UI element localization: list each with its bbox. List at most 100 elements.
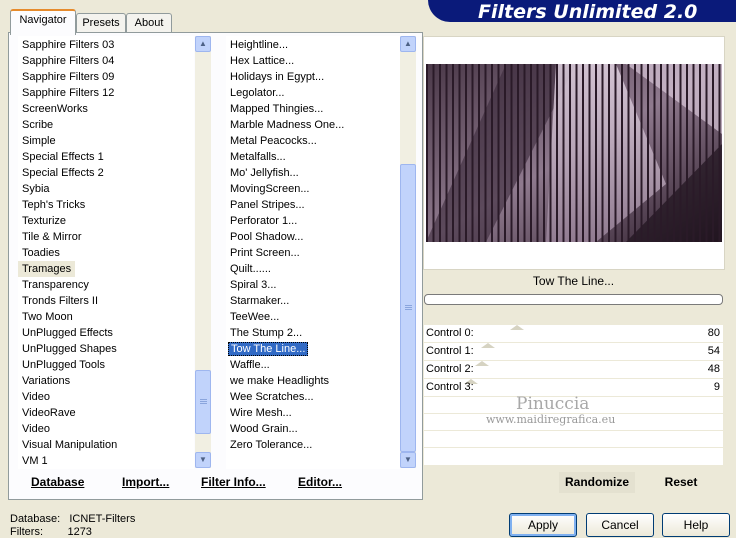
- list-item[interactable]: Marble Madness One...: [226, 117, 400, 133]
- category-scrollbar[interactable]: ▲ ▼: [195, 36, 211, 468]
- preview-stripe: [634, 64, 636, 242]
- list-item[interactable]: The Stump 2...: [226, 325, 400, 341]
- list-item[interactable]: Wee Scratches...: [226, 389, 400, 405]
- list-item[interactable]: Heightline...: [226, 37, 400, 53]
- control-value: 48: [707, 363, 720, 375]
- status-database: Database: ICNET-Filters: [10, 513, 136, 525]
- preview-stripe: [660, 64, 662, 242]
- tab-navigator[interactable]: Navigator: [10, 9, 76, 35]
- list-item[interactable]: Sapphire Filters 09: [18, 69, 194, 85]
- scroll-thumb[interactable]: [400, 164, 416, 452]
- list-item[interactable]: Panel Stripes...: [226, 197, 400, 213]
- list-item[interactable]: Metal Peacocks...: [226, 133, 400, 149]
- list-item[interactable]: Texturize: [18, 213, 194, 229]
- list-item[interactable]: Sapphire Filters 12: [18, 85, 194, 101]
- preview-stripe: [588, 64, 591, 242]
- list-item[interactable]: Video: [18, 389, 194, 405]
- control-0-slider[interactable]: Control 0: 80: [424, 325, 723, 343]
- list-item[interactable]: Teph's Tricks: [18, 197, 194, 213]
- scroll-up-icon[interactable]: ▲: [195, 36, 211, 52]
- list-item[interactable]: Tramages: [18, 261, 76, 277]
- list-item[interactable]: Special Effects 1: [18, 149, 194, 165]
- scroll-down-icon[interactable]: ▼: [400, 452, 416, 468]
- list-item[interactable]: Sapphire Filters 04: [18, 53, 194, 69]
- list-item[interactable]: Tronds Filters II: [18, 293, 194, 309]
- list-item[interactable]: MovingScreen...: [226, 181, 400, 197]
- randomize-button[interactable]: Randomize: [559, 472, 635, 493]
- preview-stripe: [705, 64, 708, 242]
- preview-stripe: [699, 64, 701, 242]
- list-item[interactable]: Transparency: [18, 277, 194, 293]
- scroll-down-icon[interactable]: ▼: [195, 452, 211, 468]
- list-item[interactable]: Perforator 1...: [226, 213, 400, 229]
- list-item[interactable]: Visual Manipulation: [18, 437, 194, 453]
- list-item[interactable]: Toadies: [18, 245, 194, 261]
- reset-button[interactable]: Reset: [645, 472, 717, 493]
- preview-stripe: [640, 64, 643, 242]
- list-item[interactable]: Special Effects 2: [18, 165, 194, 181]
- import-button[interactable]: Import...: [122, 475, 169, 489]
- database-button[interactable]: Database: [31, 475, 84, 489]
- list-item[interactable]: Zero Tolerance...: [226, 437, 400, 453]
- list-item[interactable]: Mo' Jellyfish...: [226, 165, 400, 181]
- control-label: Control 1:: [426, 345, 474, 357]
- list-item[interactable]: Holidays in Egypt...: [226, 69, 400, 85]
- list-item[interactable]: Quilt......: [226, 261, 400, 277]
- preview-image: [426, 64, 722, 242]
- list-item[interactable]: Variations: [18, 373, 194, 389]
- list-item[interactable]: Starmaker...: [226, 293, 400, 309]
- filter-info-button[interactable]: Filter Info...: [201, 475, 266, 489]
- preview-stripe: [523, 64, 526, 242]
- tab-about[interactable]: About: [126, 13, 172, 33]
- list-item[interactable]: Scribe: [18, 117, 194, 133]
- control-1-slider[interactable]: Control 1: 54: [424, 343, 723, 361]
- list-item[interactable]: Hex Lattice...: [226, 53, 400, 69]
- editor-button[interactable]: Editor...: [298, 475, 342, 489]
- filter-scrollbar[interactable]: ▲ ▼: [400, 36, 416, 468]
- filter-list[interactable]: Heightline... Hex Lattice... Holidays in E…: [226, 36, 400, 469]
- list-item[interactable]: Print Screen...: [226, 245, 400, 261]
- watermark-name: Pinuccia: [516, 394, 590, 414]
- list-item[interactable]: Mapped Thingies...: [226, 101, 400, 117]
- list-item[interactable]: ScreenWorks: [18, 101, 194, 117]
- control-2-slider[interactable]: Control 2: 48: [424, 361, 723, 379]
- preview-stripe: [608, 64, 610, 242]
- list-item[interactable]: Metalfalls...: [226, 149, 400, 165]
- help-button[interactable]: Help: [662, 513, 730, 537]
- list-item[interactable]: Two Moon: [18, 309, 194, 325]
- list-item[interactable]: UnPlugged Effects: [18, 325, 194, 341]
- scroll-up-icon[interactable]: ▲: [400, 36, 416, 52]
- list-item[interactable]: VideoRave: [18, 405, 194, 421]
- list-item[interactable]: Tile & Mirror: [18, 229, 194, 245]
- cancel-button[interactable]: Cancel: [586, 513, 654, 537]
- category-list[interactable]: Sapphire Filters 03 Sapphire Filters 04 Sa…: [18, 36, 194, 469]
- control-value: 9: [713, 381, 720, 393]
- list-item[interactable]: Sapphire Filters 03: [18, 37, 194, 53]
- preview-stripe: [692, 64, 695, 242]
- progress-bar: [424, 294, 723, 305]
- list-item[interactable]: VM 1: [18, 453, 194, 469]
- preview-stripe: [666, 64, 669, 242]
- apply-button[interactable]: Apply: [509, 513, 577, 537]
- list-item[interactable]: Pool Shadow...: [226, 229, 400, 245]
- control-row-empty: [424, 448, 723, 466]
- list-item[interactable]: Wood Grain...: [226, 421, 400, 437]
- tab-presets[interactable]: Presets: [76, 13, 126, 33]
- preview-stripe: [445, 64, 448, 242]
- list-item[interactable]: UnPlugged Shapes: [18, 341, 194, 357]
- preview-stripe: [426, 64, 428, 242]
- list-item[interactable]: Simple: [18, 133, 194, 149]
- list-item[interactable]: Spiral 3...: [226, 277, 400, 293]
- list-item[interactable]: Waffle...: [226, 357, 400, 373]
- list-item[interactable]: Legolator...: [226, 85, 400, 101]
- preview-stripe: [497, 64, 500, 242]
- list-item[interactable]: we make Headlights: [226, 373, 400, 389]
- control-label: Control 2:: [426, 363, 474, 375]
- list-item[interactable]: UnPlugged Tools: [18, 357, 194, 373]
- list-item[interactable]: Sybia: [18, 181, 194, 197]
- list-item[interactable]: Video: [18, 421, 194, 437]
- scroll-thumb[interactable]: [195, 370, 211, 434]
- list-item[interactable]: Tow The Line...: [226, 341, 400, 357]
- list-item[interactable]: TeeWee...: [226, 309, 400, 325]
- list-item[interactable]: Wire Mesh...: [226, 405, 400, 421]
